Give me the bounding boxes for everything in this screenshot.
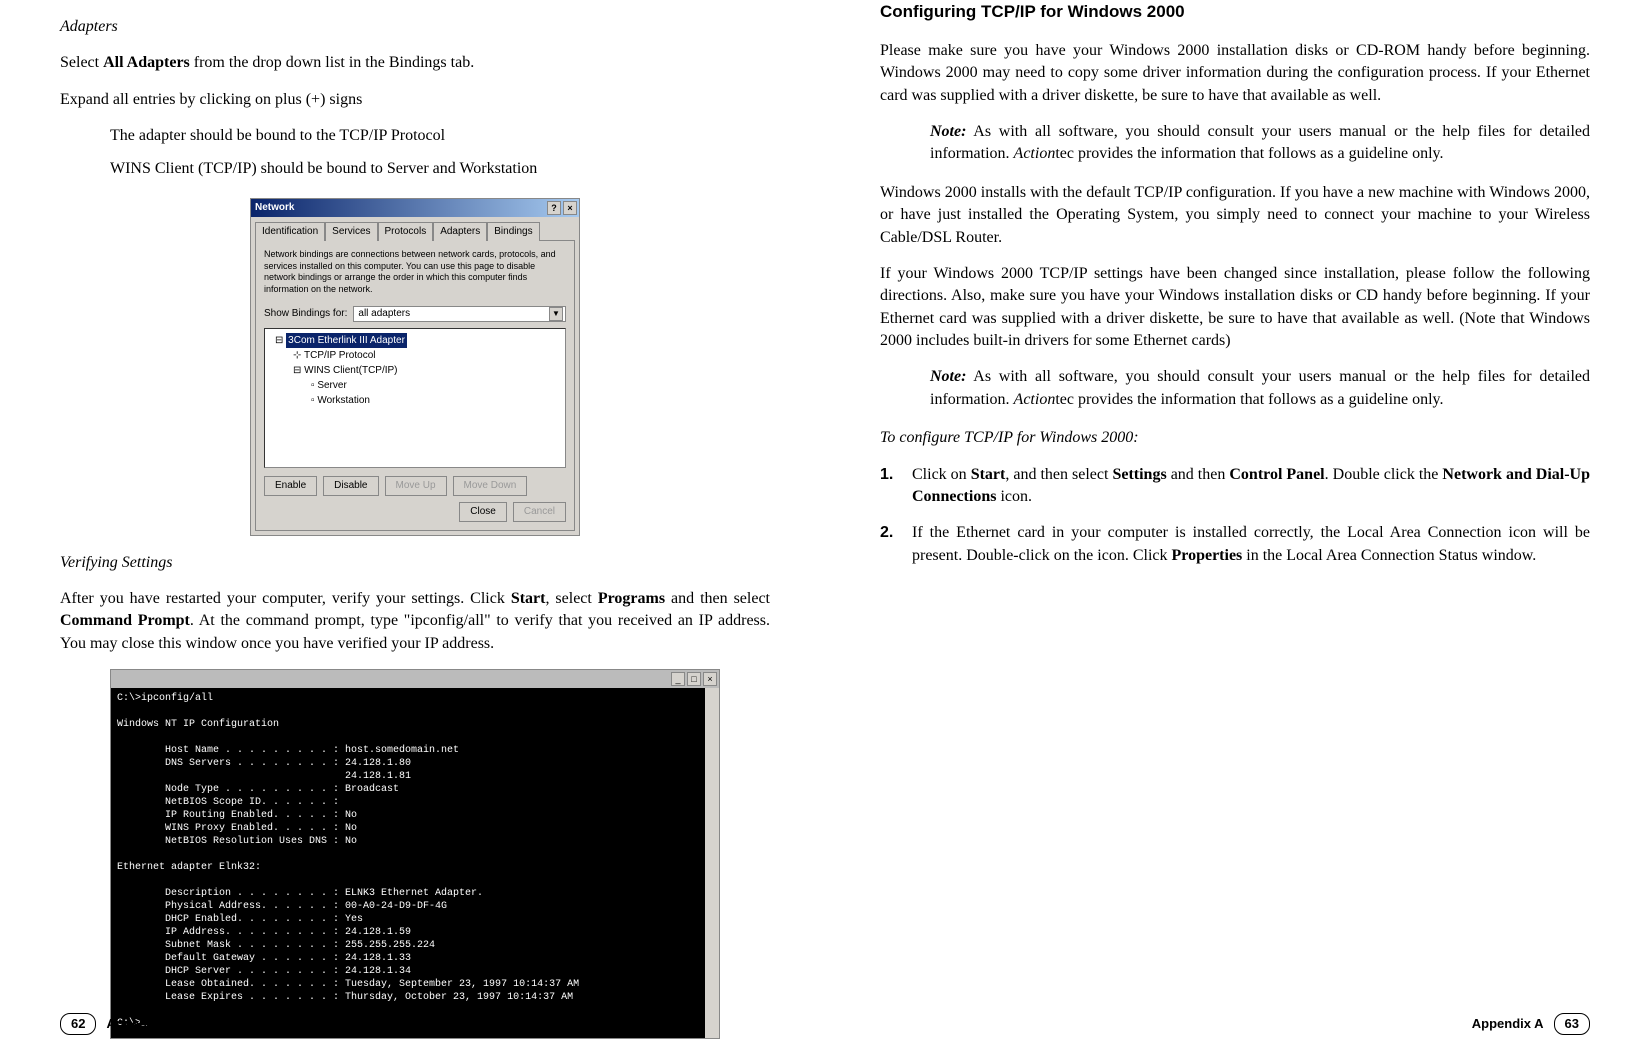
note-1: Note: As with all software, you should c… [930, 121, 1590, 166]
footer-label: Appendix A [1472, 1015, 1544, 1033]
terminal-output: C:\>ipconfig/all Windows NT IP Configura… [111, 688, 719, 1038]
cancel-button: Cancel [513, 502, 566, 522]
tab-pane: Network bindings are connections between… [255, 240, 575, 531]
footer-left: 62 Appendix A [60, 1013, 178, 1035]
text-bold: Control Panel [1229, 466, 1324, 483]
text-italic: Action [1014, 145, 1056, 162]
tree-server[interactable]: ▫ Server [269, 378, 561, 393]
dialog-description: Network bindings are connections between… [264, 249, 566, 296]
page-number: 62 [60, 1013, 96, 1035]
para-wins-bound: WINS Client (TCP/IP) should be bound to … [110, 158, 770, 180]
tab-adapters[interactable]: Adapters [433, 222, 487, 241]
text: Select [60, 54, 103, 71]
text: , select [545, 590, 597, 607]
move-up-button: Move Up [385, 476, 447, 496]
step-2: 2. If the Ethernet card in your computer… [880, 522, 1590, 567]
para-bound-tcpip: The adapter should be bound to the TCP/I… [110, 125, 770, 147]
footer-right: Appendix A 63 [1472, 1013, 1590, 1035]
note-2: Note: As with all software, you should c… [930, 366, 1590, 411]
tab-services[interactable]: Services [325, 222, 377, 241]
combo-value: all adapters [358, 307, 410, 321]
tree-item-label: TCP/IP Protocol [304, 350, 376, 361]
step-1: 1. Click on Start, and then select Setti… [880, 464, 1590, 509]
tree-tcpip[interactable]: ⊹ TCP/IP Protocol [269, 348, 561, 363]
show-bindings-combo[interactable]: all adapters ▼ [353, 306, 566, 322]
numbered-steps: 1. Click on Start, and then select Setti… [880, 464, 1590, 568]
para-expand: Expand all entries by clicking on plus (… [60, 89, 770, 111]
heading-adapters: Adapters [60, 16, 770, 38]
note-label: Note: [930, 368, 966, 385]
tabs-row: Identification Services Protocols Adapte… [251, 217, 579, 240]
text: in the Local Area Connection Status wind… [1242, 547, 1536, 564]
text-bold: Start [511, 590, 546, 607]
para-select-adapters: Select All Adapters from the drop down l… [60, 52, 770, 74]
tab-identification[interactable]: Identification [255, 222, 325, 241]
text: , and then select [1005, 466, 1112, 483]
para-r1: Please make sure you have your Windows 2… [880, 40, 1590, 107]
text: and then select [665, 590, 770, 607]
text: Click on [912, 466, 971, 483]
terminal-titlebar: _ □ × [111, 670, 719, 688]
text: tec provides the information that follow… [1055, 391, 1443, 408]
network-dialog: Network ? × Identification Services Prot… [250, 198, 580, 536]
text: . Double click the [1325, 466, 1443, 483]
maximize-icon[interactable]: □ [687, 672, 701, 686]
close-button[interactable]: Close [459, 502, 507, 522]
heading-config-win2000: Configuring TCP/IP for Windows 2000 [880, 0, 1590, 24]
tree-root[interactable]: 3Com Etherlink III Adapter [286, 333, 407, 348]
text: After you have restarted your computer, … [60, 590, 511, 607]
page-right: Configuring TCP/IP for Windows 2000 Plea… [825, 0, 1650, 1045]
text: and then [1167, 466, 1230, 483]
text-bold: Properties [1171, 547, 1242, 564]
tab-protocols[interactable]: Protocols [378, 222, 434, 241]
tree-item-label: WINS Client(TCP/IP) [304, 365, 397, 376]
text-bold: All Adapters [103, 54, 190, 71]
close-icon[interactable]: × [563, 201, 577, 215]
para-r2: Windows 2000 installs with the default T… [880, 182, 1590, 249]
enable-button[interactable]: Enable [264, 476, 317, 496]
show-bindings-label: Show Bindings for: [264, 307, 347, 321]
bindings-tree[interactable]: ⊟ 3Com Etherlink III Adapter ⊹ TCP/IP Pr… [264, 328, 566, 468]
note-label: Note: [930, 123, 966, 140]
text: tec provides the information that follow… [1055, 145, 1443, 162]
text-bold: Command Prompt [60, 612, 190, 629]
tree-workstation[interactable]: ▫ Workstation [269, 393, 561, 408]
page-number: 63 [1554, 1013, 1590, 1035]
help-icon[interactable]: ? [547, 201, 561, 215]
tree-item-label: Workstation [317, 395, 370, 406]
text: icon. [996, 488, 1032, 505]
footer-label: Appendix A [106, 1015, 178, 1033]
to-configure-heading: To configure TCP/IP for Windows 2000: [880, 427, 1590, 449]
disable-button[interactable]: Disable [323, 476, 378, 496]
step-number: 1. [880, 464, 912, 509]
move-down-button: Move Down [453, 476, 528, 496]
text-bold: Settings [1112, 466, 1166, 483]
step-number: 2. [880, 522, 912, 567]
page-left: Adapters Select All Adapters from the dr… [0, 0, 825, 1045]
tab-bindings[interactable]: Bindings [487, 222, 539, 241]
terminal-window: _ □ × C:\>ipconfig/all Windows NT IP Con… [110, 669, 720, 1039]
close-icon[interactable]: × [703, 672, 717, 686]
dialog-titlebar: Network ? × [251, 199, 579, 217]
text-italic: Action [1014, 391, 1056, 408]
step-text: If the Ethernet card in your computer is… [912, 522, 1590, 567]
text-bold: Start [971, 466, 1006, 483]
tree-wins[interactable]: ⊟ WINS Client(TCP/IP) [269, 363, 561, 378]
text: from the drop down list in the Bindings … [190, 54, 474, 71]
chevron-down-icon[interactable]: ▼ [549, 307, 563, 321]
tree-item-label: Server [317, 380, 346, 391]
dialog-title: Network [255, 201, 294, 215]
para-r3: If your Windows 2000 TCP/IP settings hav… [880, 263, 1590, 353]
heading-verifying: Verifying Settings [60, 552, 770, 574]
text-bold: Programs [598, 590, 665, 607]
para-verify: After you have restarted your computer, … [60, 588, 770, 655]
step-text: Click on Start, and then select Settings… [912, 464, 1590, 509]
minimize-icon[interactable]: _ [671, 672, 685, 686]
